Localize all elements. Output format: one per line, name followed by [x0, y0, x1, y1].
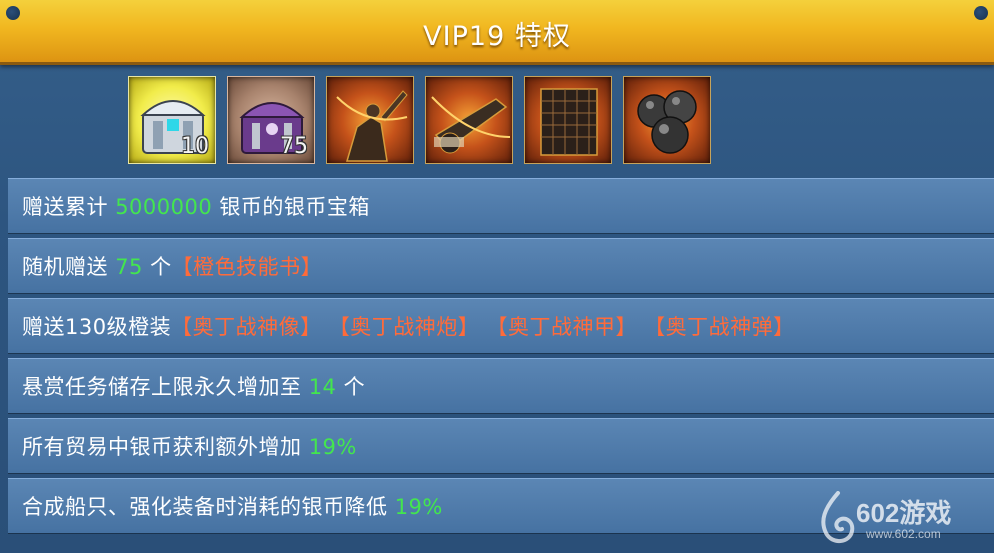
odin-armor-icon: [540, 88, 598, 156]
privilege-label: 随机赠送: [22, 255, 116, 279]
privilege-value: 14: [308, 375, 337, 399]
item-link-odin-statue[interactable]: 【奥丁战神像】: [171, 315, 322, 339]
vip-privilege-panel: VIP19 特权 10 75 赠送累计 5000000 银币的银币宝箱 随机赠送…: [0, 0, 994, 553]
title-bar: VIP19 特权: [0, 0, 994, 65]
privilege-label: 悬赏任务储存上限永久增加至: [22, 375, 309, 399]
privilege-label: 个: [336, 375, 366, 399]
privilege-value: 75: [115, 255, 143, 279]
privilege-row-silver-chest: 赠送累计 5000000 银币的银币宝箱: [8, 178, 994, 233]
privilege-label: 赠送130级橙装: [22, 315, 172, 339]
reward-item-odin-armor[interactable]: [524, 76, 612, 164]
reward-item-odin-cannonballs[interactable]: [623, 76, 711, 164]
watermark-name: 602游戏: [856, 498, 952, 528]
privilege-value: 5000000: [115, 195, 213, 219]
privilege-text: 随机赠送 75 个【橙色技能书】: [22, 251, 322, 281]
reward-item-purple-chest[interactable]: 75: [227, 76, 315, 164]
item-link-odin-cannon[interactable]: 【奥丁战神炮】: [329, 315, 480, 339]
reward-item-odin-statue[interactable]: [326, 76, 414, 164]
reward-count: 75: [280, 134, 308, 159]
privilege-label: 个: [142, 255, 172, 279]
privilege-text: 所有贸易中银币获利额外增加 19%: [22, 431, 357, 461]
privilege-row-bounty-limit: 悬赏任务储存上限永久增加至 14 个: [8, 358, 994, 413]
reward-count: 10: [181, 134, 209, 159]
page-title: VIP19 特权: [423, 21, 571, 52]
item-link-odin-armor[interactable]: 【奥丁战神甲】: [486, 315, 637, 339]
watermark-url: www.602.com: [866, 527, 941, 541]
privilege-value: 19%: [308, 435, 357, 459]
privilege-label: 赠送累计: [22, 195, 116, 219]
privilege-row-skill-book: 随机赠送 75 个【橙色技能书】: [8, 238, 994, 293]
privilege-text: 合成船只、强化装备时消耗的银币降低 19%: [22, 491, 443, 521]
swirl-logo-icon: [821, 491, 855, 543]
privilege-row-trade-profit: 所有贸易中银币获利额外增加 19%: [8, 418, 994, 473]
privilege-text: 赠送累计 5000000 银币的银币宝箱: [22, 191, 370, 221]
odin-statue-icon: [336, 90, 408, 162]
reward-icons: 10 75: [128, 76, 711, 166]
privilege-text: 悬赏任务储存上限永久增加至 14 个: [22, 371, 365, 401]
odin-cannonballs-icon: [637, 90, 697, 154]
privilege-label: 合成船只、强化装备时消耗的银币降低: [22, 495, 395, 519]
reward-item-odin-cannon[interactable]: [425, 76, 513, 164]
odin-cannon-icon: [431, 96, 511, 154]
reward-item-silver-chest[interactable]: 10: [128, 76, 216, 164]
item-link-skill-book[interactable]: 【橙色技能书】: [172, 255, 323, 279]
privilege-label: 所有贸易中银币获利额外增加: [22, 435, 309, 459]
privilege-label: 银币的银币宝箱: [212, 195, 370, 219]
item-link-odin-cannonballs[interactable]: 【奥丁战神弹】: [644, 315, 795, 339]
privilege-text: 赠送130级橙装【奥丁战神像】 【奥丁战神炮】 【奥丁战神甲】 【奥丁战神弹】: [22, 311, 795, 341]
site-watermark: 602游戏 www.602.com: [816, 489, 986, 547]
privilege-row-orange-gear: 赠送130级橙装【奥丁战神像】 【奥丁战神炮】 【奥丁战神甲】 【奥丁战神弹】: [8, 298, 994, 353]
privilege-value: 19%: [394, 495, 443, 519]
